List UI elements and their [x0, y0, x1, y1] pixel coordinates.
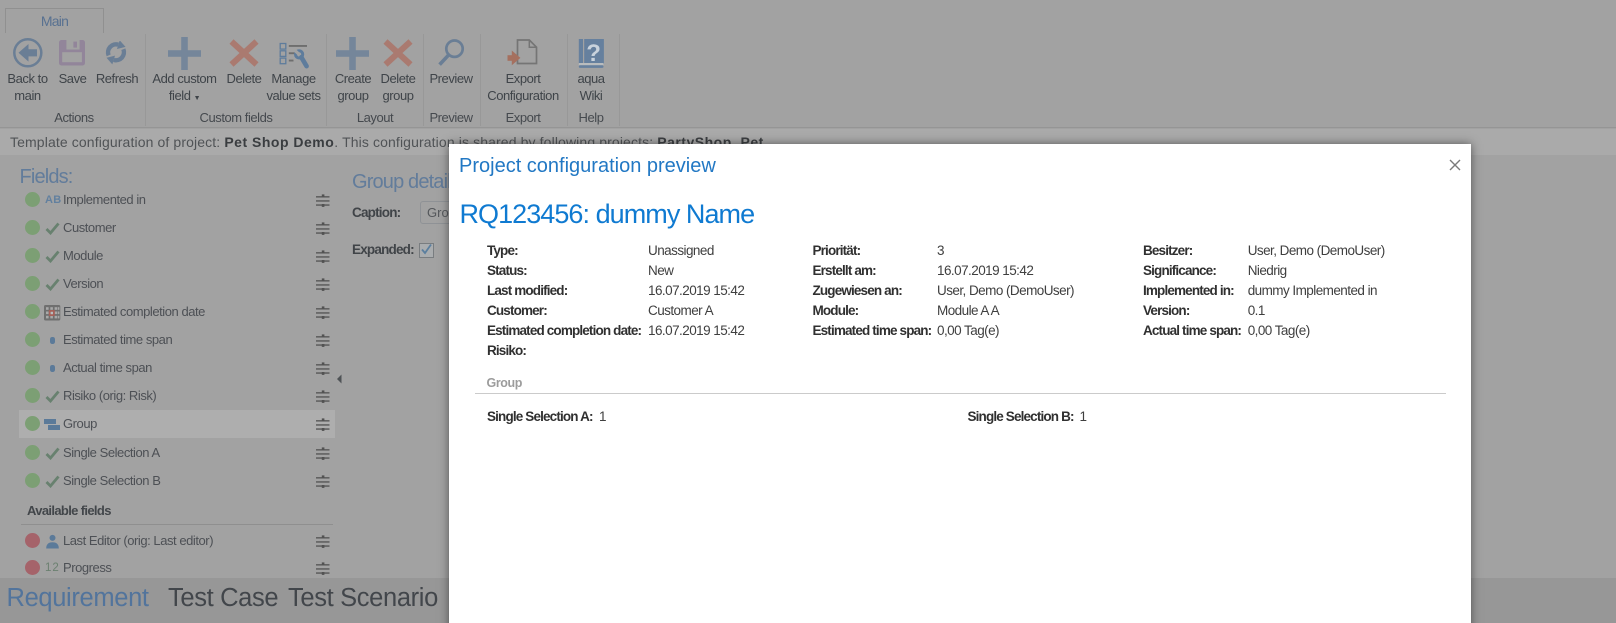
svg-text:?: ? [586, 40, 601, 67]
